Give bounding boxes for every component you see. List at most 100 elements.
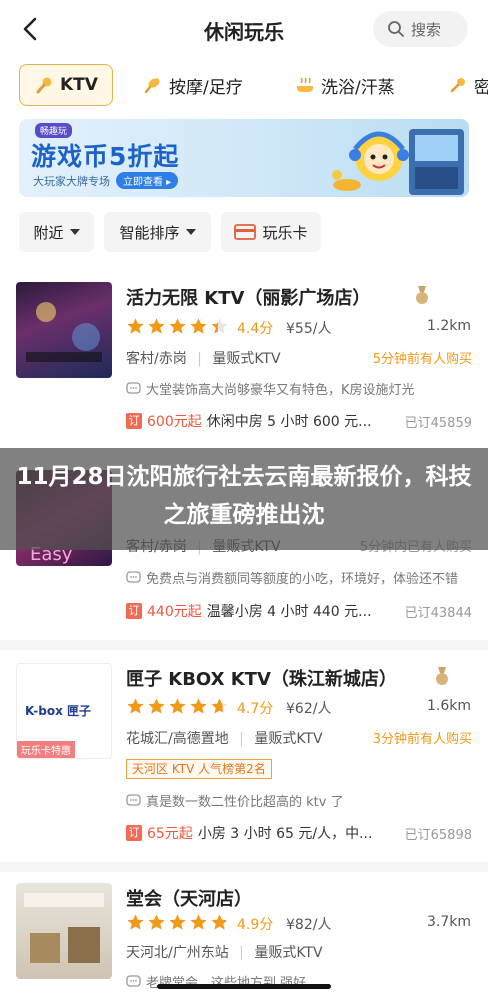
rating-score: 4.4分 [237, 321, 274, 337]
category: 量贩式KTV [254, 731, 323, 747]
shop-name[interactable]: 匣子 KBOX KTV（珠江新城店） [126, 665, 397, 691]
mascot-illustration [332, 129, 464, 195]
shop-thumbnail: K-box 匣子 玩乐卡特惠 [16, 663, 112, 759]
book-tag-icon: 订 [126, 603, 142, 619]
medal-icon [416, 286, 428, 304]
list-item[interactable]: K-box 匣子 玩乐卡特惠 匣子 KBOX KTV（珠江新城店） 4.7分 ¥… [0, 663, 488, 853]
comment-icon [126, 794, 141, 806]
review-text: 大堂装饰高大尚够豪华又有特色，K房设施灯光 [146, 383, 415, 398]
shop-thumbnail [16, 883, 112, 979]
caret-down-icon [69, 229, 80, 235]
deal-row[interactable]: 订 440元起 温馨小房 4 小时 440 元... 已订43844 [126, 601, 472, 621]
tab-label: 密 [474, 77, 488, 98]
book-tag-icon: 订 [126, 825, 142, 841]
comment-icon [126, 571, 141, 583]
shop-thumbnail [16, 282, 112, 378]
star-icon [148, 914, 165, 930]
star-icon [148, 318, 165, 334]
filter-nearby[interactable]: 附近 [19, 212, 94, 252]
key-icon [450, 78, 465, 93]
mic-icon [36, 77, 52, 94]
star-icon [169, 914, 186, 930]
rating-score: 4.7分 [237, 701, 274, 717]
filter-label: 玩乐卡 [262, 223, 308, 242]
area: 天河北/广州东站 [126, 945, 229, 961]
overlay-banner: 11月28日沈阳旅行社去云南最新报价，科技之旅重磅推出沈 [0, 448, 488, 550]
deal-desc: 休闲中房 5 小时 600 元... [206, 414, 372, 430]
review-snippet: 免费点与消费额同等额度的小吃，环境好，体验还不错 [126, 568, 458, 587]
list-item[interactable]: 堂会（天河店） 4.9分 ¥82/人 3.7km 天河北/广州东站 | 量贩式K… [0, 883, 488, 1000]
review-text: 免费点与消费额同等额度的小吃，环境好，体验还不错 [146, 572, 459, 587]
deal-price: 600元起 [147, 414, 202, 430]
tab-ktv[interactable]: KTV [19, 64, 113, 106]
category: 量贩式KTV [254, 945, 323, 961]
tab-label: 按摩/足疗 [169, 77, 243, 98]
tab-bath[interactable]: 洗浴/汗蒸 [295, 64, 395, 106]
review-snippet: 真是数一数二性价比超高的 ktv 了 [126, 791, 344, 810]
banner-sub-text: 大玩家大牌专场 [33, 174, 110, 188]
banner-subtitle: 大玩家大牌专场 立即查看 ▸ [33, 172, 179, 189]
deal-desc: 温馨小房 4 小时 440 元... [206, 604, 372, 620]
area: 花城汇/高德置地 [126, 731, 229, 747]
search-placeholder: 搜索 [411, 20, 442, 39]
comment-icon [126, 382, 141, 394]
area-category: 天河北/广州东站 | 量贩式KTV [126, 945, 323, 961]
avg-price: ¥82/人 [286, 917, 332, 933]
distance: 1.6km [426, 698, 471, 714]
star-icon [127, 318, 144, 334]
kbox-logo: K-box 匣子 [25, 704, 91, 718]
distance: 3.7km [426, 914, 471, 930]
medal-icon [436, 667, 448, 685]
caret-down-icon [185, 229, 196, 235]
rank-badge[interactable]: 天河区 KTV 人气榜第2名 [126, 759, 272, 779]
star-icon [190, 698, 207, 714]
header: 休闲玩乐 搜索 [0, 0, 488, 60]
avg-price: ¥55/人 [286, 321, 332, 337]
banner-cta-button[interactable]: 立即查看 ▸ [116, 172, 179, 189]
deal-price: 65元起 [147, 826, 193, 842]
search-box[interactable]: 搜索 [373, 11, 468, 47]
star-icon [169, 698, 186, 714]
category: 量贩式KTV [212, 351, 281, 367]
deal-sold: 已订45859 [404, 415, 472, 431]
banner-headline: 游戏币5折起 [31, 142, 180, 171]
deal-row[interactable]: 订 65元起 小房 3 小时 65 元/人，中... 已订65898 [126, 823, 472, 843]
divider [0, 640, 488, 650]
shop-name[interactable]: 活力无限 KTV（丽影广场店） [126, 284, 370, 310]
area-category: 客村/赤岗 | 量贩式KTV [126, 351, 281, 367]
star-rating [126, 697, 229, 716]
tab-label: 洗浴/汗蒸 [321, 77, 395, 98]
back-arrow-icon[interactable] [18, 16, 44, 42]
area: 客村/赤岗 [126, 351, 187, 367]
tab-label: KTV [60, 75, 98, 95]
tab-massage[interactable]: 按摩/足疗 [143, 64, 243, 106]
star-icon [190, 318, 207, 334]
star-icon [127, 698, 144, 714]
filter-play-card[interactable]: 玩乐卡 [221, 212, 321, 252]
filter-sort[interactable]: 智能排序 [104, 212, 211, 252]
comment-icon [126, 975, 141, 987]
massage-icon [144, 78, 160, 94]
divider [0, 862, 488, 872]
book-tag-icon: 订 [126, 413, 142, 429]
deal-row[interactable]: 订 600元起 休闲中房 5 小时 600 元... 已订45859 [126, 411, 472, 431]
tab-escape-room[interactable]: 密 [448, 64, 488, 106]
filter-bar: 附近 智能排序 玩乐卡 [0, 212, 488, 252]
home-indicator[interactable] [157, 984, 331, 989]
avg-price: ¥62/人 [286, 701, 332, 717]
list-item[interactable]: 活力无限 KTV（丽影广场店） 4.4分 ¥55/人 1.2km 客村/赤岗 |… [0, 282, 488, 442]
banner-badge: 畅趣玩 [35, 123, 73, 138]
deal-sold: 已订65898 [404, 827, 472, 843]
area-category: 花城汇/高德置地 | 量贩式KTV [126, 731, 323, 747]
shop-name[interactable]: 堂会（天河店） [126, 885, 252, 911]
distance: 1.2km [426, 318, 471, 334]
bath-icon [297, 77, 313, 92]
review-text: 真是数一数二性价比超高的 ktv 了 [146, 795, 344, 810]
promo-banner[interactable]: 畅趣玩 游戏币5折起 大玩家大牌专场 立即查看 ▸ [19, 119, 469, 197]
star-icon [211, 914, 228, 930]
search-icon [388, 21, 404, 37]
star-rating [126, 317, 229, 336]
star-rating [126, 913, 229, 932]
deal-desc: 小房 3 小时 65 元/人，中... [197, 826, 373, 842]
card-icon [234, 224, 257, 240]
